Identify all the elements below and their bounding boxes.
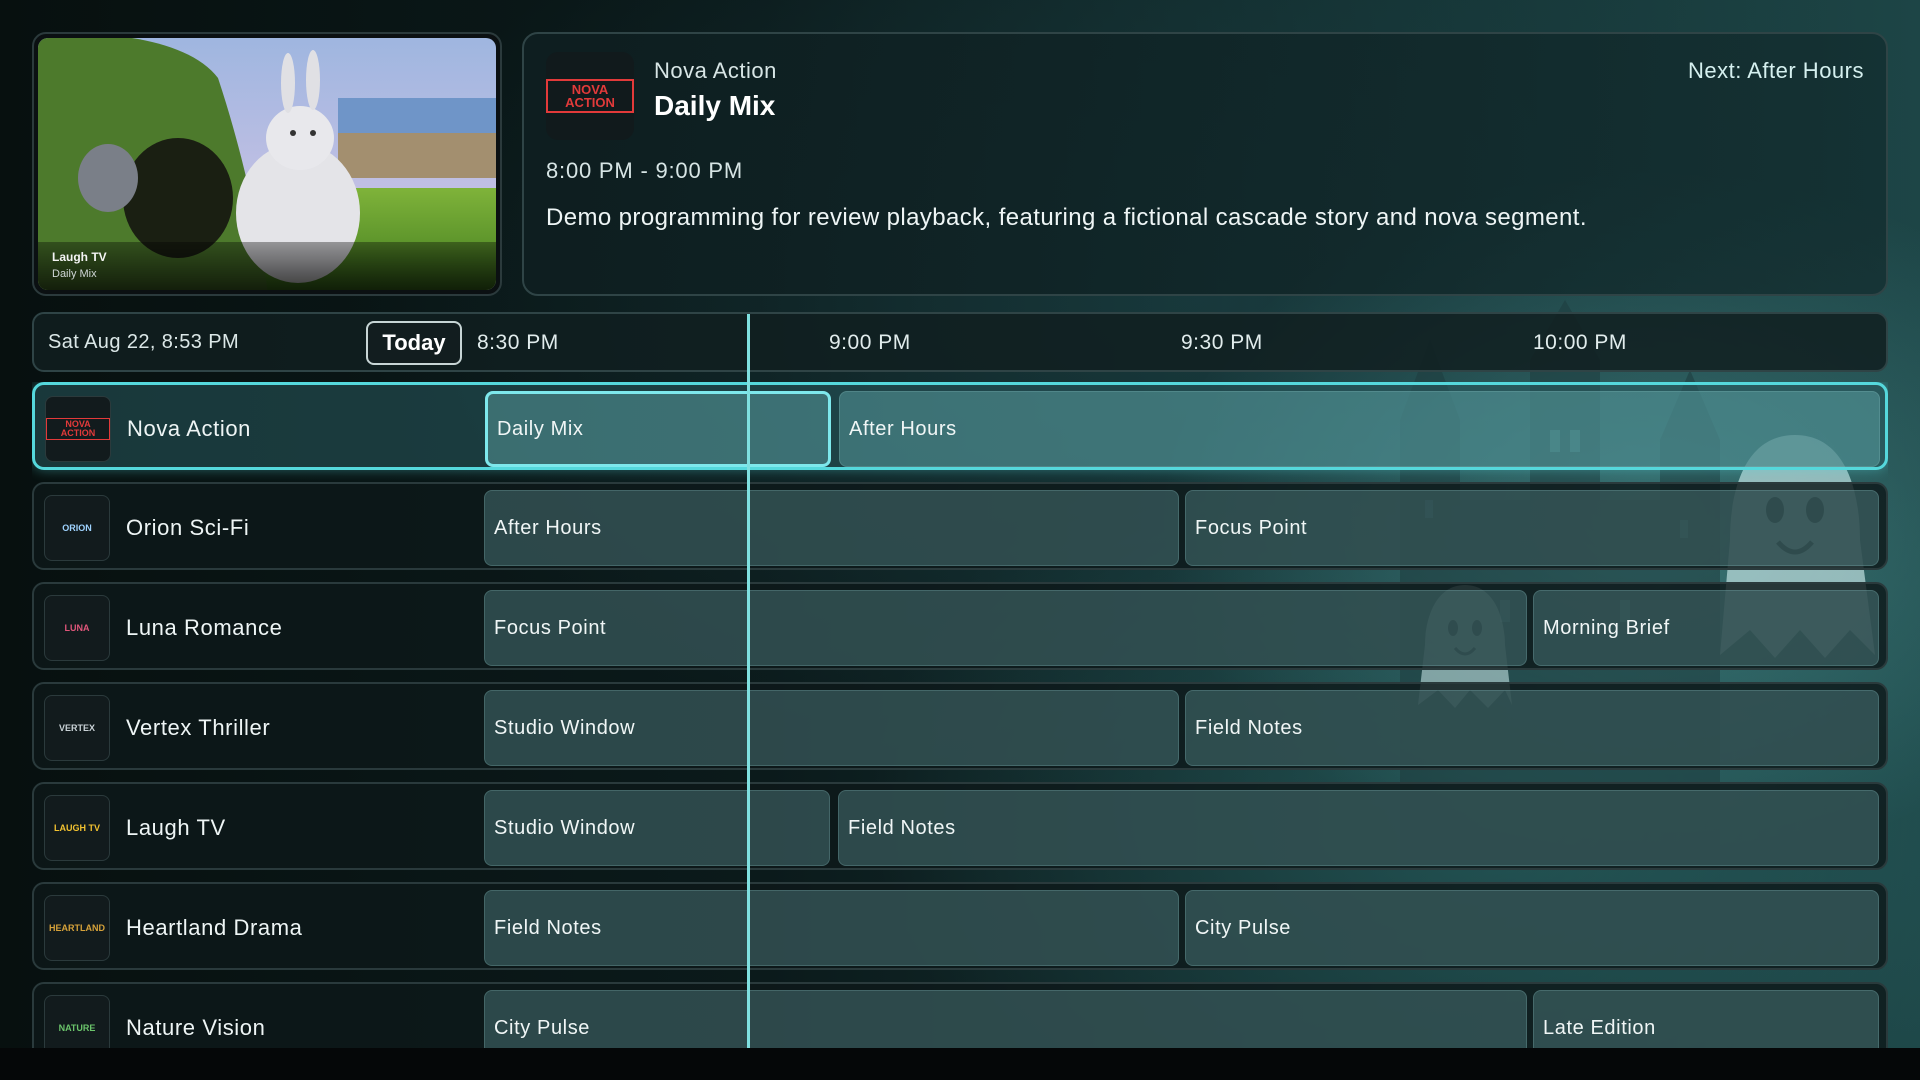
info-description: Demo programming for review playback, fe… [546,204,1587,231]
channel-logo-text: NATURE [58,1022,96,1033]
current-datetime: Sat Aug 22, 8:53 PM [48,331,240,353]
program-cell[interactable]: Morning Brief [1533,590,1879,666]
channel-name: Luna Romance [126,615,283,640]
channel-logo-text: ORION [62,522,92,533]
guide-grid: NOVA ACTION Nova Action Daily Mix After … [32,382,1888,1048]
preview-caption: Laugh TV Daily Mix [38,242,496,290]
program-cell[interactable]: Field Notes [1185,690,1879,766]
channel-name: Nova Action [127,416,252,441]
channel-logo: NOVA ACTION [546,52,634,140]
info-time-range: 8:00 PM - 9:00 PM [546,158,744,183]
channel-logo: VERTEX [44,695,110,761]
program-cell[interactable]: Studio Window [484,690,1179,766]
program-cell[interactable]: Late Edition [1533,990,1879,1048]
channel-row-nature-vision[interactable]: NATURE Nature Vision City Pulse Late Edi… [32,982,1888,1048]
channel-name: Vertex Thriller [126,715,271,740]
current-time-indicator [747,314,750,1048]
channel-name: Orion Sci-Fi [126,515,250,540]
next-program-label: Next: After Hours [1687,58,1864,83]
program-cell[interactable]: Field Notes [484,890,1179,966]
program-cell[interactable]: City Pulse [484,990,1527,1048]
program-cell[interactable]: After Hours [484,490,1179,566]
time-slot-label: 9:00 PM [829,331,911,354]
time-slot-label: 10:00 PM [1533,331,1627,354]
info-program-title: Daily Mix [654,90,776,121]
channel-logo-text: LAUGH TV [54,822,100,833]
preview-program-name: Daily Mix [52,268,97,280]
program-cell[interactable]: Focus Point [484,590,1527,666]
channel-row-heartland-drama[interactable]: HEARTLAND Heartland Drama Field Notes Ci… [32,882,1888,970]
channel-row-orion-sci-fi[interactable]: ORION Orion Sci-Fi After Hours Focus Poi… [32,482,1888,570]
program-cell[interactable]: City Pulse [1185,890,1879,966]
preview-channel-name: Laugh TV [52,250,107,264]
channel-logo: NATURE [44,995,110,1048]
channel-row-laugh-tv[interactable]: LAUGH TV Laugh TV Studio Window Field No… [32,782,1888,870]
time-slot-label: 8:30 PM [477,331,559,354]
channel-name: Laugh TV [126,815,226,840]
today-button[interactable]: Today [366,321,462,365]
program-info-panel: NOVA ACTION Nova Action Daily Mix Next: … [522,32,1888,296]
channel-logo-text: LUNA [64,622,90,633]
channel-logo-text: HEARTLAND [49,922,105,933]
program-cell[interactable]: Studio Window [484,790,830,866]
channel-logo: NOVA ACTION [45,396,111,462]
channel-logo: HEARTLAND [44,895,110,961]
bottom-edge [0,1048,1920,1080]
channel-logo-text: NOVA ACTION [546,79,634,113]
program-cell[interactable]: Daily Mix [485,391,831,467]
program-cell[interactable]: Field Notes [838,790,1879,866]
timeline-header: Sat Aug 22, 8:53 PM Today 8:30 PM 9:00 P… [32,312,1888,372]
channel-row-nova-action[interactable]: NOVA ACTION Nova Action Daily Mix After … [32,382,1888,470]
program-cell[interactable]: Focus Point [1185,490,1879,566]
channel-row-vertex-thriller[interactable]: VERTEX Vertex Thriller Studio Window Fie… [32,682,1888,770]
program-cell[interactable]: After Hours [839,391,1880,467]
channel-logo: LAUGH TV [44,795,110,861]
channel-logo: LUNA [44,595,110,661]
channel-name: Heartland Drama [126,915,303,940]
channel-row-luna-romance[interactable]: LUNA Luna Romance Focus Point Morning Br… [32,582,1888,670]
info-channel-name: Nova Action [654,58,777,83]
channel-logo-text: VERTEX [58,722,95,733]
channel-logo-text: NOVA ACTION [46,418,110,440]
channel-logo: ORION [44,495,110,561]
time-slot-label: 9:30 PM [1181,331,1263,354]
video-preview[interactable]: Laugh TV Daily Mix [32,32,502,296]
channel-name: Nature Vision [126,1015,266,1040]
